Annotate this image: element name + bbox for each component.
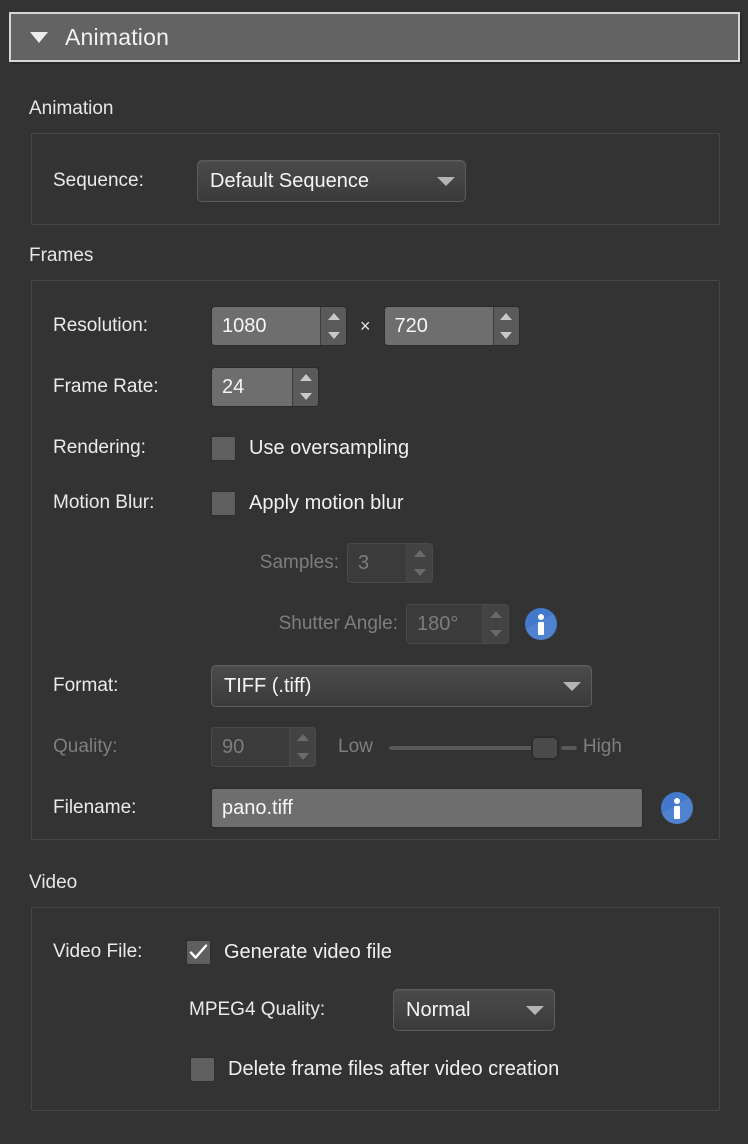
spinner-down-icon[interactable] [494, 326, 519, 345]
quality-value: 90 [212, 728, 289, 766]
motion-blur-label: Motion Blur: [53, 492, 211, 514]
frame-rate-spin-buttons[interactable] [292, 368, 318, 406]
page-title: Animation [65, 24, 169, 51]
resolution-row: Resolution: 1080 × 720 [53, 304, 520, 348]
chevron-down-icon [563, 682, 581, 691]
slider-track-right [561, 745, 577, 750]
motion-blur-row: Motion Blur: Apply motion blur [53, 487, 404, 519]
filename-info-icon[interactable] [661, 792, 693, 824]
rendering-row: Rendering: Use oversampling [53, 432, 409, 464]
mpeg4-quality-row: MPEG4 Quality: Normal [189, 988, 555, 1032]
shutter-angle-value: 180° [407, 605, 482, 643]
info-dot [538, 614, 544, 620]
quality-slider [389, 732, 579, 762]
spinner-down-icon [483, 624, 508, 643]
use-oversampling-checkbox[interactable] [211, 436, 236, 461]
filename-label: Filename: [53, 797, 211, 819]
samples-row: Samples: 3 [211, 541, 433, 585]
section-label-frames: Frames [29, 245, 93, 267]
shutter-angle-info-icon[interactable] [525, 608, 557, 640]
quality-slider-high-label: High [583, 736, 622, 758]
spinner-up-icon[interactable] [293, 368, 318, 387]
resolution-height-stepper[interactable]: 720 [384, 306, 520, 346]
samples-label: Samples: [211, 552, 339, 574]
info-glyph [538, 614, 544, 635]
filename-row: Filename: pano.tiff [53, 786, 693, 830]
info-stem [538, 622, 544, 635]
format-row: Format: TIFF (.tiff) [53, 663, 592, 709]
spinner-up-icon [290, 728, 315, 747]
spinner-down-icon[interactable] [293, 387, 318, 406]
samples-value: 3 [348, 544, 406, 582]
section-label-video: Video [29, 872, 77, 894]
frame-rate-value[interactable]: 24 [212, 368, 292, 406]
spinner-down-icon[interactable] [321, 326, 346, 345]
frame-rate-row: Frame Rate: 24 [53, 365, 319, 409]
animation-section-header[interactable]: Animation [9, 12, 740, 62]
spinner-up-icon [407, 544, 432, 563]
resolution-width-spin-buttons[interactable] [320, 307, 346, 345]
quality-stepper: 90 [211, 727, 316, 767]
section-label-animation: Animation [29, 98, 114, 120]
resolution-width-stepper[interactable]: 1080 [211, 306, 347, 346]
info-glyph [674, 798, 680, 819]
animation-panel: Animation Animation Sequence: Default Se… [0, 0, 748, 1144]
sequence-value: Default Sequence [210, 170, 427, 193]
slider-handle [531, 736, 559, 760]
generate-video-file-label: Generate video file [224, 941, 392, 964]
video-file-row: Video File: Generate video file [53, 936, 392, 968]
frame-rate-stepper[interactable]: 24 [211, 367, 319, 407]
resolution-separator: × [360, 316, 371, 337]
mpeg4-quality-label: MPEG4 Quality: [189, 999, 389, 1021]
quality-spin-buttons [289, 728, 315, 766]
delete-frames-row: Delete frame files after video creation [190, 1053, 559, 1085]
checkmark-icon [189, 944, 208, 961]
sequence-dropdown[interactable]: Default Sequence [197, 160, 466, 202]
slider-track-left [389, 745, 541, 750]
generate-video-file-checkbox[interactable] [186, 940, 211, 965]
resolution-label: Resolution: [53, 315, 211, 337]
samples-stepper: 3 [347, 543, 433, 583]
apply-motion-blur-checkbox[interactable] [211, 491, 236, 516]
spinner-up-icon [483, 605, 508, 624]
use-oversampling-label: Use oversampling [249, 437, 409, 460]
shutter-angle-row: Shutter Angle: 180° [211, 602, 557, 646]
apply-motion-blur-label: Apply motion blur [249, 492, 404, 515]
resolution-height-value[interactable]: 720 [385, 307, 493, 345]
shutter-angle-spin-buttons [482, 605, 508, 643]
delete-frame-files-checkbox[interactable] [190, 1057, 215, 1082]
spinner-down-icon [407, 563, 432, 582]
mpeg4-quality-dropdown[interactable]: Normal [393, 989, 555, 1031]
info-dot [674, 798, 680, 804]
frame-rate-label: Frame Rate: [53, 376, 211, 398]
format-value: TIFF (.tiff) [224, 675, 553, 698]
quality-label: Quality: [53, 736, 211, 758]
triangle-down-icon [30, 32, 48, 43]
filename-input[interactable]: pano.tiff [211, 788, 643, 828]
format-label: Format: [53, 675, 211, 697]
spinner-up-icon[interactable] [494, 307, 519, 326]
info-stem [674, 806, 680, 819]
chevron-down-icon [437, 177, 455, 186]
chevron-down-icon [526, 1006, 544, 1015]
format-dropdown[interactable]: TIFF (.tiff) [211, 665, 592, 707]
rendering-label: Rendering: [53, 437, 211, 459]
shutter-angle-stepper: 180° [406, 604, 509, 644]
disclosure-toggle[interactable] [21, 32, 57, 43]
quality-row: Quality: 90 Low High [53, 725, 622, 769]
samples-spin-buttons [406, 544, 432, 582]
sequence-row: Sequence: Default Sequence [53, 159, 466, 203]
delete-frame-files-label: Delete frame files after video creation [228, 1058, 559, 1081]
quality-slider-low-label: Low [338, 736, 373, 758]
resolution-height-spin-buttons[interactable] [493, 307, 519, 345]
mpeg4-quality-value: Normal [406, 999, 516, 1022]
sequence-label: Sequence: [53, 170, 193, 192]
spinner-up-icon[interactable] [321, 307, 346, 326]
video-file-label: Video File: [53, 941, 186, 963]
shutter-angle-label: Shutter Angle: [211, 613, 398, 635]
resolution-width-value[interactable]: 1080 [212, 307, 320, 345]
spinner-down-icon [290, 747, 315, 766]
